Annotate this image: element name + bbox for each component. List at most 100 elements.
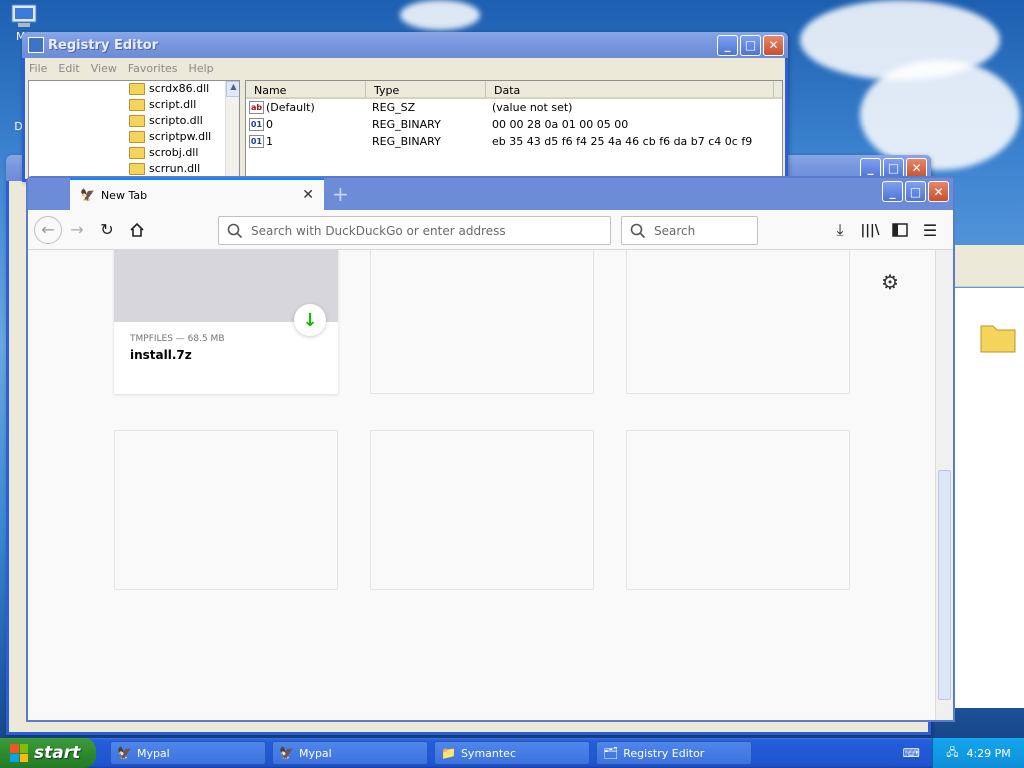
back-button[interactable]: ←: [34, 215, 62, 244]
keyboard-icon[interactable]: ⌨: [903, 746, 920, 760]
empty-tile[interactable]: [626, 430, 850, 590]
toolbar-right: ⤓ |||\ ☰: [825, 216, 945, 244]
downloads-button[interactable]: ⤓: [825, 216, 855, 244]
reload-button[interactable]: ↻: [92, 216, 122, 244]
download-source: TMPFILES — 68.5 MB: [130, 334, 225, 344]
list-header: Name Type Data: [246, 81, 782, 99]
window-title: Registry Editor: [48, 37, 159, 53]
page-scrollbar[interactable]: [935, 250, 953, 720]
list-row[interactable]: 01 1 REG_BINARY eb 35 43 d5 f6 f4 25 4a 4…: [246, 133, 782, 150]
computer-icon: [8, 2, 40, 30]
binary-value-icon: 01: [249, 135, 264, 149]
start-button[interactable]: start: [0, 738, 96, 768]
tree-item[interactable]: scrobj.dll: [129, 146, 198, 159]
forward-button[interactable]: →: [62, 216, 92, 244]
search-placeholder: Search: [654, 223, 696, 238]
address-placeholder: Search with DuckDuckGo or enter address: [251, 223, 506, 238]
empty-tile[interactable]: [114, 430, 338, 590]
registry-tree[interactable]: scrdx86.dll script.dll scripto.dll scrip…: [28, 80, 240, 180]
mypal-icon: 🦅: [80, 188, 95, 202]
string-value-icon: ab: [249, 101, 264, 115]
download-thumbnail: ↓: [114, 250, 338, 336]
back-arrow-icon: ←: [41, 220, 55, 239]
tree-scrollbar[interactable]: ▲: [225, 81, 239, 179]
registry-icon: [28, 37, 44, 53]
library-icon: |||\: [860, 222, 880, 238]
browser-window[interactable]: 🦅 New Tab ✕ + _ □ ✕ ← → ↻ Search with Du…: [26, 176, 955, 722]
folder-icon: [129, 130, 145, 143]
download-tile[interactable]: ↓ TMPFILES — 68.5 MB install.7z: [114, 250, 338, 394]
list-row[interactable]: 01 0 REG_BINARY 00 00 28 0a 01 00 05 00: [246, 116, 782, 133]
minimize-button[interactable]: _: [882, 181, 903, 202]
tree-item[interactable]: scripto.dll: [129, 114, 203, 127]
close-button[interactable]: ✕: [928, 181, 949, 202]
forward-arrow-icon: →: [70, 220, 84, 239]
maximize-button[interactable]: □: [740, 34, 761, 56]
mypal-icon: 🦅: [279, 746, 294, 760]
menu-view[interactable]: View: [91, 62, 117, 75]
tab-bar: 🦅 New Tab ✕ + _ □ ✕: [28, 178, 953, 210]
folder-icon: 📁: [441, 746, 456, 760]
empty-tile[interactable]: [370, 430, 594, 590]
menu-button[interactable]: ☰: [915, 216, 945, 244]
column-type[interactable]: Type: [366, 81, 486, 97]
tab-new-tab[interactable]: 🦅 New Tab ✕: [70, 178, 324, 210]
tree-item[interactable]: script.dll: [129, 98, 196, 111]
scrollbar-thumb[interactable]: [938, 470, 951, 700]
scroll-up-button[interactable]: ▲: [226, 81, 239, 97]
folder-icon: [129, 82, 145, 95]
new-tab-page: ↓ TMPFILES — 68.5 MB install.7z ⚙: [28, 250, 935, 720]
menu-file[interactable]: File: [29, 62, 47, 75]
network-icon[interactable]: 🖧: [946, 744, 958, 763]
tree-item[interactable]: scrrun.dll: [129, 162, 200, 175]
menu-bar: File Edit View Favorites Help: [25, 58, 785, 78]
search-icon: [630, 223, 646, 238]
explorer-toolbar-fragment: [955, 245, 1024, 287]
registry-editor-titlebar[interactable]: Registry Editor _ □ ✕: [22, 32, 788, 58]
tree-item[interactable]: scrdx86.dll: [129, 82, 209, 95]
download-filename[interactable]: install.7z: [130, 348, 322, 362]
library-button[interactable]: |||\: [855, 216, 885, 244]
empty-tile[interactable]: [626, 250, 850, 394]
reload-icon: ↻: [100, 220, 114, 239]
sidebar-button[interactable]: [885, 216, 915, 244]
taskbar-item-registry-editor[interactable]: 🗂 Registry Editor: [596, 741, 752, 765]
registry-values-list[interactable]: Name Type Data ab (Default) REG_SZ (value…: [245, 80, 783, 180]
minimize-button[interactable]: _: [717, 34, 738, 56]
navigation-toolbar: ← → ↻ Search with DuckDuckGo or enter ad…: [28, 210, 953, 250]
column-data[interactable]: Data: [486, 81, 774, 97]
hamburger-menu-icon: ☰: [922, 220, 938, 240]
folder-icon: [129, 114, 145, 127]
mypal-icon: 🦅: [117, 746, 132, 760]
close-tab-icon[interactable]: ✕: [302, 187, 314, 203]
sidebar-icon: [892, 223, 908, 237]
search-icon: [227, 223, 243, 238]
binary-value-icon: 01: [249, 118, 264, 132]
download-arrow-icon[interactable]: ↓: [294, 304, 326, 336]
maximize-button[interactable]: □: [905, 181, 926, 202]
system-tray: 🖧 4:29 PM: [932, 738, 1024, 768]
taskbar-item-mypal[interactable]: 🦅 Mypal: [272, 741, 428, 765]
column-name[interactable]: Name: [246, 81, 366, 97]
list-row[interactable]: ab (Default) REG_SZ (value not set): [246, 99, 782, 116]
folder-icon[interactable]: [979, 320, 1017, 357]
close-button[interactable]: ✕: [763, 34, 784, 56]
menu-favorites[interactable]: Favorites: [128, 62, 178, 75]
taskbar-item-symantec[interactable]: 📁 Symantec: [434, 741, 590, 765]
home-icon: [130, 222, 144, 237]
folder-icon: [129, 146, 145, 159]
home-button[interactable]: [122, 216, 152, 244]
clock[interactable]: 4:29 PM: [966, 747, 1010, 760]
folder-icon: [129, 162, 145, 175]
empty-tile[interactable]: [370, 250, 594, 394]
tree-item[interactable]: scriptpw.dll: [129, 130, 211, 143]
registry-editor-window[interactable]: Registry Editor _ □ ✕ File Edit View Fav…: [22, 32, 788, 182]
taskbar-item-mypal[interactable]: 🦅 Mypal: [110, 741, 266, 765]
menu-help[interactable]: Help: [189, 62, 214, 75]
gear-icon[interactable]: ⚙: [881, 270, 899, 294]
explorer-window-fragment: [955, 288, 1024, 708]
menu-edit[interactable]: Edit: [58, 62, 79, 75]
address-bar[interactable]: Search with DuckDuckGo or enter address: [218, 216, 611, 245]
search-bar[interactable]: Search: [621, 216, 758, 245]
new-tab-button[interactable]: +: [332, 182, 349, 206]
